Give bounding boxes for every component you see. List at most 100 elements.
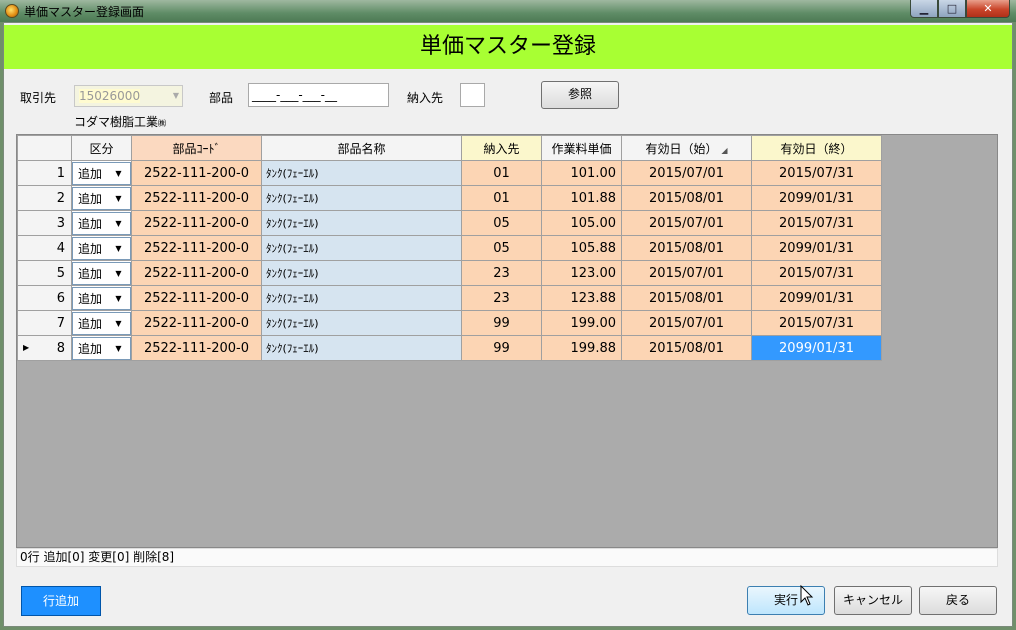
part-name-cell[interactable]: ﾀﾝｸ(ﾌｪｰｴﾙ) <box>261 160 462 186</box>
data-grid[interactable]: 区分 部品ｺｰﾄﾞ 部品名称 納入先 作業料単価 有効日（始） ◢ 有効日（終）… <box>16 134 998 548</box>
kubun-select[interactable]: 追加 ▼ <box>72 211 131 235</box>
app-icon[interactable] <box>5 4 19 18</box>
destination-cell[interactable]: 01 <box>461 185 542 211</box>
end-date-cell[interactable]: 2015/07/31 <box>751 260 882 286</box>
unit-price-cell[interactable]: 123.00 <box>541 260 622 286</box>
part-name-cell[interactable]: ﾀﾝｸ(ﾌｪｰｴﾙ) <box>261 285 462 311</box>
part-code-cell[interactable]: 2522-111-200-0 <box>131 310 262 336</box>
end-date-cell[interactable]: 2015/07/31 <box>751 160 882 186</box>
start-date-cell[interactable]: 2015/07/01 <box>621 310 752 336</box>
kubun-select[interactable]: 追加 ▼ <box>72 261 131 285</box>
unit-price-cell[interactable]: 105.00 <box>541 210 622 236</box>
part-name-cell[interactable]: ﾀﾝｸ(ﾌｪｰｴﾙ) <box>261 210 462 236</box>
chevron-down-icon[interactable]: ▼ <box>102 194 130 203</box>
part-name-cell[interactable]: ﾀﾝｸ(ﾌｪｰｴﾙ) <box>261 185 462 211</box>
kubun-cell[interactable]: 追加 ▼ <box>71 185 132 211</box>
table-row[interactable]: 1 追加 ▼ 2522-111-200-0 ﾀﾝｸ(ﾌｪｰｴﾙ) 01 101.00 2015… <box>17 160 882 186</box>
end-date-cell[interactable]: 2099/01/31 <box>751 285 882 311</box>
cancel-button[interactable]: キャンセル <box>834 586 912 615</box>
destination-cell[interactable]: 23 <box>461 285 542 311</box>
end-date-cell[interactable]: 2099/01/31 <box>751 235 882 261</box>
part-name-cell[interactable]: ﾀﾝｸ(ﾌｪｰｴﾙ) <box>261 260 462 286</box>
kubun-cell[interactable]: 追加 ▼ <box>71 260 132 286</box>
destination-cell[interactable]: 99 <box>461 310 542 336</box>
chevron-down-icon[interactable]: ▼ <box>102 344 130 353</box>
chevron-down-icon[interactable]: ▼ <box>102 269 130 278</box>
kubun-cell[interactable]: 追加 ▼ <box>71 285 132 311</box>
table-row[interactable]: 4 追加 ▼ 2522-111-200-0 ﾀﾝｸ(ﾌｪｰｴﾙ) 05 105.88 2015… <box>17 235 882 261</box>
row-header[interactable]: 3 <box>17 210 72 236</box>
part-code-cell[interactable]: 2522-111-200-0 <box>131 285 262 311</box>
table-row[interactable]: 6 追加 ▼ 2522-111-200-0 ﾀﾝｸ(ﾌｪｰｴﾙ) 23 123.88 2015… <box>17 285 882 311</box>
kubun-cell[interactable]: 追加 ▼ <box>71 235 132 261</box>
row-header[interactable]: 6 <box>17 285 72 311</box>
end-date-cell[interactable]: 2099/01/31 <box>751 185 882 211</box>
destination-input[interactable] <box>460 83 485 107</box>
table-row[interactable]: ▶ 8 追加 ▼ 2522-111-200-0 ﾀﾝｸ(ﾌｪｰｴﾙ) 99 199.88 201… <box>17 335 882 361</box>
kubun-select[interactable]: 追加 ▼ <box>72 236 131 260</box>
start-date-cell[interactable]: 2015/07/01 <box>621 260 752 286</box>
back-button[interactable]: 戻る <box>919 586 997 615</box>
row-header[interactable]: 4 <box>17 235 72 261</box>
part-name-cell[interactable]: ﾀﾝｸ(ﾌｪｰｴﾙ) <box>261 235 462 261</box>
part-code-cell[interactable]: 2522-111-200-0 <box>131 210 262 236</box>
column-header-part-name[interactable]: 部品名称 <box>261 135 462 161</box>
end-date-cell[interactable]: 2099/01/31 <box>751 335 882 361</box>
kubun-select[interactable]: 追加 ▼ <box>72 336 131 360</box>
kubun-select[interactable]: 追加 ▼ <box>72 161 131 185</box>
start-date-cell[interactable]: 2015/08/01 <box>621 235 752 261</box>
maximize-button[interactable]: □ <box>938 0 966 18</box>
destination-cell[interactable]: 01 <box>461 160 542 186</box>
add-row-button[interactable]: 行追加 <box>21 586 101 616</box>
table-row[interactable]: 2 追加 ▼ 2522-111-200-0 ﾀﾝｸ(ﾌｪｰｴﾙ) 01 101.88 2015… <box>17 185 882 211</box>
part-code-cell[interactable]: 2522-111-200-0 <box>131 335 262 361</box>
destination-cell[interactable]: 23 <box>461 260 542 286</box>
kubun-select[interactable]: 追加 ▼ <box>72 186 131 210</box>
column-header-part-code[interactable]: 部品ｺｰﾄﾞ <box>131 135 262 161</box>
destination-cell[interactable]: 05 <box>461 235 542 261</box>
column-header-destination[interactable]: 納入先 <box>461 135 542 161</box>
chevron-down-icon[interactable]: ▼ <box>102 294 130 303</box>
close-button[interactable]: ✕ <box>966 0 1010 18</box>
unit-price-cell[interactable]: 105.88 <box>541 235 622 261</box>
column-header-kubun[interactable]: 区分 <box>71 135 132 161</box>
minimize-button[interactable]: ▁ <box>910 0 938 18</box>
kubun-select[interactable]: 追加 ▼ <box>72 311 131 335</box>
customer-select[interactable]: 15026000 ▼ <box>74 85 183 107</box>
table-row[interactable]: 7 追加 ▼ 2522-111-200-0 ﾀﾝｸ(ﾌｪｰｴﾙ) 99 199.00 2015… <box>17 310 882 336</box>
table-row[interactable]: 5 追加 ▼ 2522-111-200-0 ﾀﾝｸ(ﾌｪｰｴﾙ) 23 123.00 2015… <box>17 260 882 286</box>
start-date-cell[interactable]: 2015/07/01 <box>621 210 752 236</box>
table-row[interactable]: 3 追加 ▼ 2522-111-200-0 ﾀﾝｸ(ﾌｪｰｴﾙ) 05 105.00 2015… <box>17 210 882 236</box>
kubun-cell[interactable]: 追加 ▼ <box>71 160 132 186</box>
start-date-cell[interactable]: 2015/07/01 <box>621 160 752 186</box>
unit-price-cell[interactable]: 199.88 <box>541 335 622 361</box>
destination-cell[interactable]: 05 <box>461 210 542 236</box>
kubun-cell[interactable]: 追加 ▼ <box>71 310 132 336</box>
row-header[interactable]: 1 <box>17 160 72 186</box>
part-input[interactable]: ____-___-___-__ <box>248 83 389 107</box>
row-header[interactable]: 2 <box>17 185 72 211</box>
row-header[interactable]: ▶ 8 <box>17 335 72 361</box>
end-date-cell[interactable]: 2015/07/31 <box>751 310 882 336</box>
chevron-down-icon[interactable]: ▼ <box>102 169 130 178</box>
chevron-down-icon[interactable]: ▼ <box>102 219 130 228</box>
part-code-cell[interactable]: 2522-111-200-0 <box>131 235 262 261</box>
column-header-start-date[interactable]: 有効日（始） ◢ <box>621 135 752 161</box>
unit-price-cell[interactable]: 199.00 <box>541 310 622 336</box>
part-code-cell[interactable]: 2522-111-200-0 <box>131 185 262 211</box>
reference-button[interactable]: 参照 <box>541 81 619 109</box>
start-date-cell[interactable]: 2015/08/01 <box>621 185 752 211</box>
part-name-cell[interactable]: ﾀﾝｸ(ﾌｪｰｴﾙ) <box>261 335 462 361</box>
column-header-unit-price[interactable]: 作業料単価 <box>541 135 622 161</box>
row-header[interactable]: 7 <box>17 310 72 336</box>
kubun-select[interactable]: 追加 ▼ <box>72 286 131 310</box>
row-header[interactable]: 5 <box>17 260 72 286</box>
kubun-cell[interactable]: 追加 ▼ <box>71 210 132 236</box>
start-date-cell[interactable]: 2015/08/01 <box>621 335 752 361</box>
end-date-cell[interactable]: 2015/07/31 <box>751 210 882 236</box>
part-code-cell[interactable]: 2522-111-200-0 <box>131 260 262 286</box>
unit-price-cell[interactable]: 101.88 <box>541 185 622 211</box>
part-name-cell[interactable]: ﾀﾝｸ(ﾌｪｰｴﾙ) <box>261 310 462 336</box>
start-date-cell[interactable]: 2015/08/01 <box>621 285 752 311</box>
chevron-down-icon[interactable]: ▼ <box>102 244 130 253</box>
